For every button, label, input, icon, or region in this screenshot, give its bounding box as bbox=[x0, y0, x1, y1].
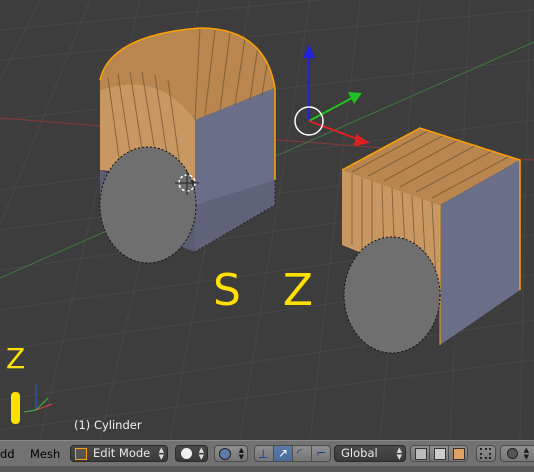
face-select-button[interactable] bbox=[448, 445, 468, 462]
cylinder-object bbox=[99, 27, 276, 264]
updown-arrows-icon: ▲ ▼ bbox=[396, 446, 402, 461]
mode-select[interactable]: Edit Mode ▲ ▼ bbox=[70, 445, 168, 462]
updown-arrows-icon: ▲ ▼ bbox=[523, 446, 529, 461]
transform-manipulator bbox=[294, 44, 370, 146]
limit-selection-visible-button[interactable] bbox=[476, 445, 496, 462]
occlude-icon bbox=[480, 448, 491, 459]
mesh-menu[interactable]: Mesh bbox=[30, 445, 60, 463]
manipulator-toggle[interactable]: ⊥ bbox=[254, 445, 274, 462]
scale-icon: ⌐ bbox=[316, 446, 327, 460]
bottom-strip bbox=[0, 466, 534, 472]
transform-orientation-select[interactable]: Global ▲ ▼ bbox=[334, 445, 406, 462]
arrow-icon: ↗ bbox=[278, 446, 289, 460]
manipulator-icon: ⊥ bbox=[258, 447, 269, 461]
proportional-editing-select[interactable]: ▲ ▼ bbox=[500, 445, 534, 462]
updown-arrows-icon: ▲ ▼ bbox=[198, 446, 204, 461]
rotate-manipulator-button[interactable]: ◜ bbox=[292, 445, 312, 462]
face-cube-icon bbox=[453, 448, 465, 460]
vertex-select-button[interactable] bbox=[410, 445, 430, 462]
cube-object bbox=[341, 127, 521, 354]
edge-cube-icon bbox=[434, 448, 446, 460]
vertex-cube-icon bbox=[415, 448, 427, 460]
edge-select-button[interactable] bbox=[429, 445, 449, 462]
axis-gizmo bbox=[11, 384, 53, 424]
updown-arrows-icon: ▲ ▼ bbox=[238, 446, 244, 461]
scale-manipulator-button[interactable]: ⌐ bbox=[311, 445, 331, 462]
shortcut-overlay: S Z bbox=[213, 265, 328, 316]
pivot-point-select[interactable]: ▲ ▼ bbox=[214, 445, 248, 462]
pivot-icon bbox=[219, 448, 231, 460]
translate-manipulator-button[interactable]: ↗ bbox=[273, 445, 293, 462]
rotate-arc-icon: ◜ bbox=[297, 446, 302, 460]
updown-arrows-icon: ▲ ▼ bbox=[158, 446, 164, 461]
viewport-shading-select[interactable]: ▲ ▼ bbox=[175, 445, 208, 462]
axis-hint-letter: Z bbox=[6, 342, 26, 375]
3d-viewport[interactable]: S Z Z (1) Cylinder bbox=[0, 0, 534, 441]
viewport-header: dd Mesh Edit Mode ▲ ▼ ▲ ▼ ▲ ▼ ⊥ ↗ ◜ ⌐ Globa… bbox=[0, 440, 534, 467]
add-menu[interactable]: dd bbox=[0, 445, 15, 463]
edit-mode-icon bbox=[75, 448, 87, 460]
object-info-label: (1) Cylinder bbox=[74, 418, 142, 432]
solid-sphere-icon bbox=[181, 448, 192, 459]
proportional-circle-icon bbox=[507, 448, 518, 459]
